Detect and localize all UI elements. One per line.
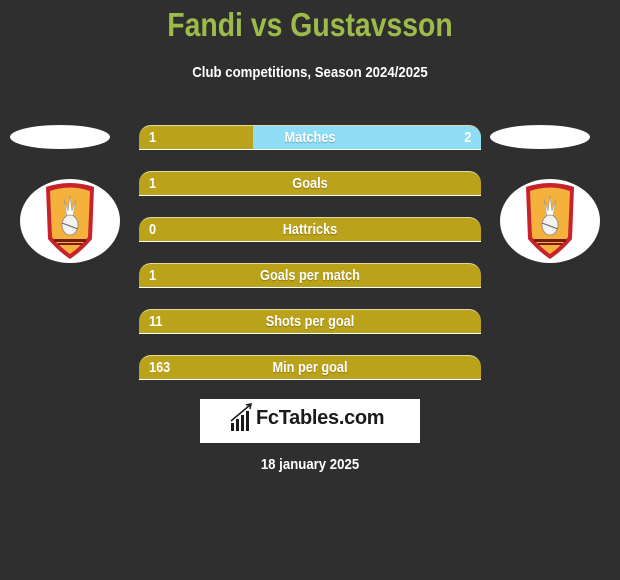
left-value: 1 bbox=[149, 175, 157, 192]
page-title: Fandi vs Gustavsson bbox=[167, 6, 453, 43]
fctables-logo[interactable]: FcTables.com bbox=[200, 399, 420, 443]
bar-chart-icon bbox=[230, 403, 252, 431]
stat-label: Hattricks bbox=[282, 221, 338, 238]
left-value: 11 bbox=[149, 313, 163, 330]
stat-label: Shots per goal bbox=[265, 313, 355, 330]
bangkok-glass-badge-icon bbox=[526, 183, 574, 259]
stat-row-min-per-goal[interactable]: 163 Min per goal bbox=[139, 355, 481, 380]
right-value: 2 bbox=[463, 129, 471, 146]
right-club-badge[interactable] bbox=[500, 179, 600, 263]
right-player-oval bbox=[490, 125, 590, 149]
stat-label: Min per goal bbox=[272, 359, 348, 376]
stat-label: Goals per match bbox=[260, 267, 360, 284]
stat-row-goals-per-match[interactable]: 1 Goals per match bbox=[139, 263, 481, 288]
stat-label: Matches bbox=[284, 129, 336, 146]
stat-row-hattricks[interactable]: 0 Hattricks bbox=[139, 217, 481, 242]
stat-row-matches[interactable]: 1 Matches 2 bbox=[139, 125, 481, 150]
page-subtitle: Club competitions, Season 2024/2025 bbox=[192, 64, 428, 81]
logo-text: FcTables.com bbox=[256, 407, 385, 429]
stat-row-shots-per-goal[interactable]: 11 Shots per goal bbox=[139, 309, 481, 334]
date-label: 18 january 2025 bbox=[260, 456, 360, 473]
left-club-badge[interactable] bbox=[20, 179, 120, 263]
stat-label: Goals bbox=[292, 175, 328, 192]
left-value: 1 bbox=[149, 129, 157, 146]
left-player-oval bbox=[10, 125, 110, 149]
stat-row-goals[interactable]: 1 Goals bbox=[139, 171, 481, 196]
left-value: 0 bbox=[149, 221, 157, 238]
bangkok-glass-badge-icon bbox=[46, 183, 94, 259]
left-value: 1 bbox=[149, 267, 157, 284]
